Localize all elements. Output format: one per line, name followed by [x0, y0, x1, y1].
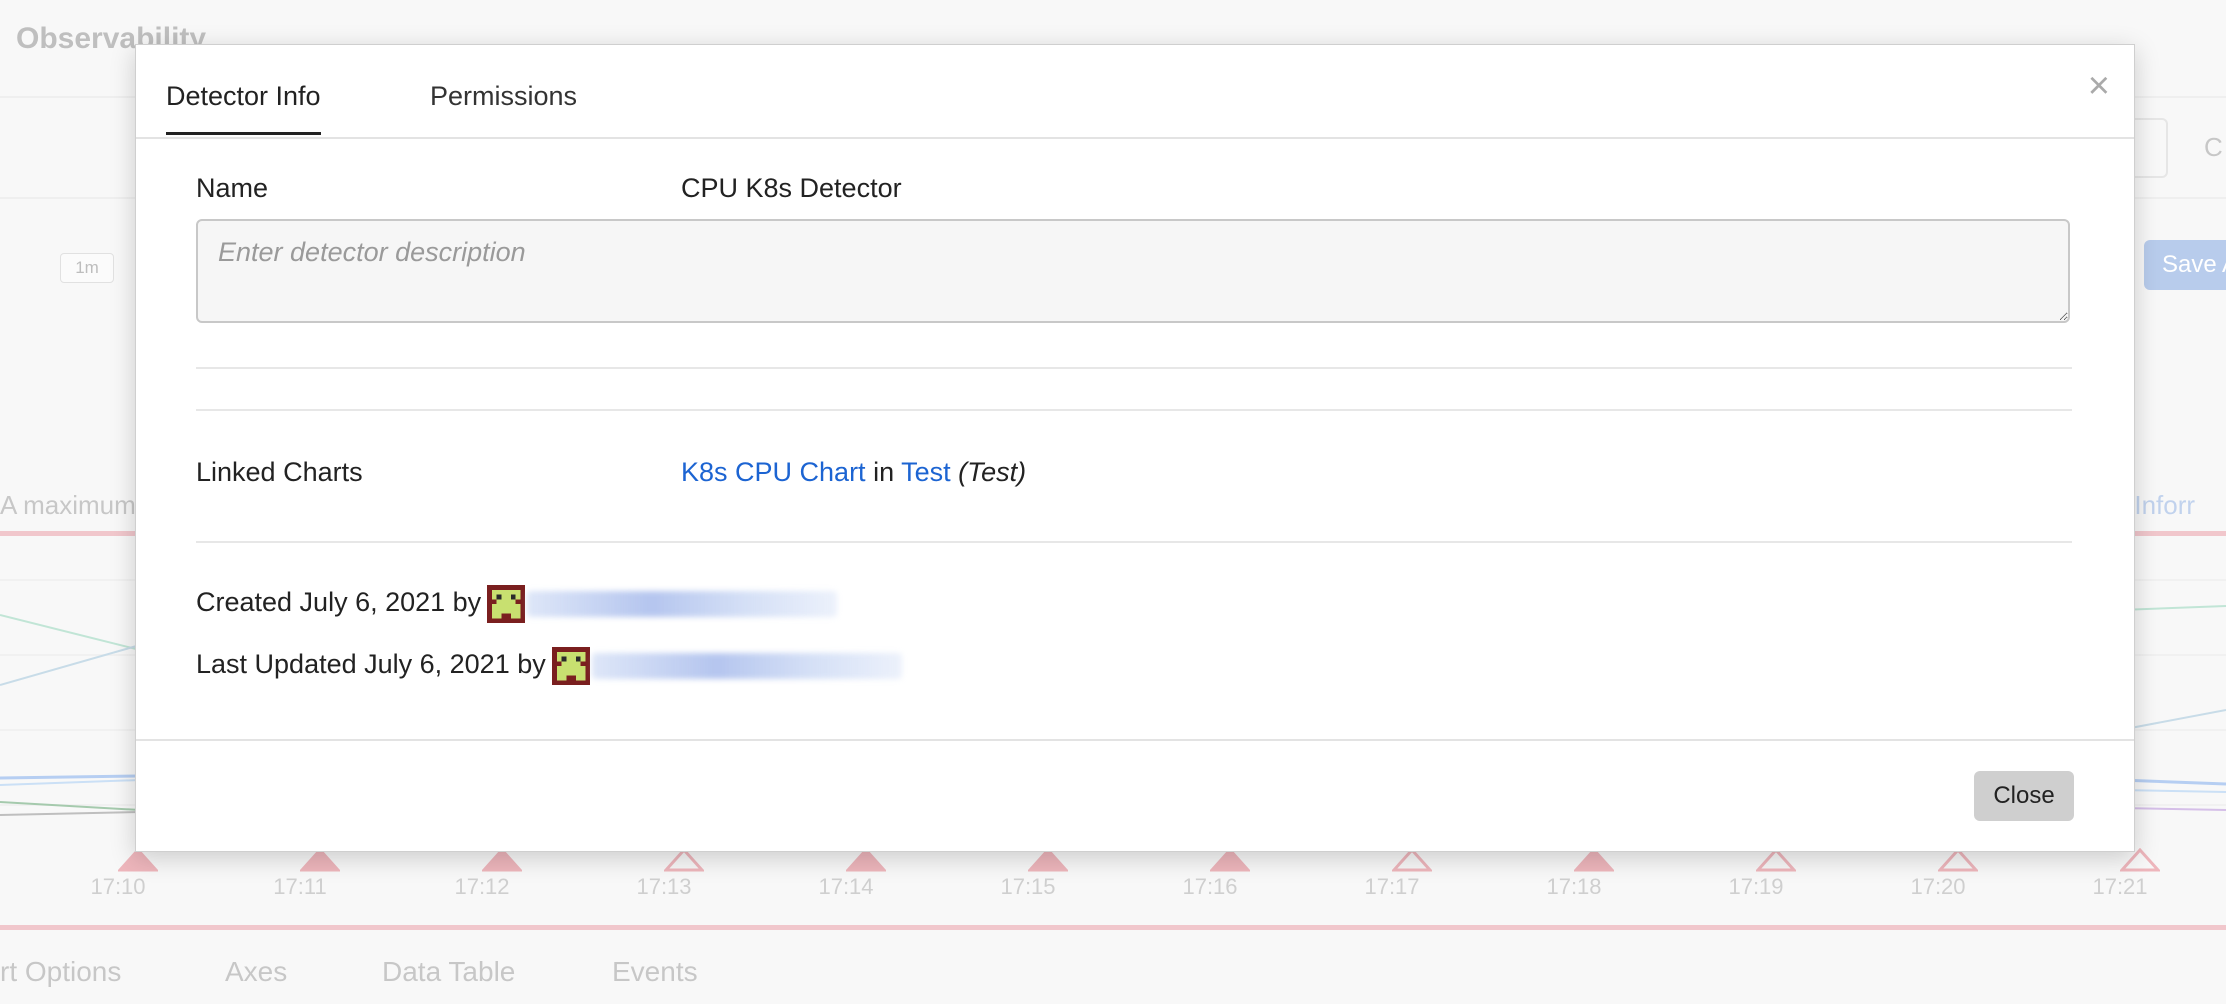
- updated-text: Last Updated July 6, 2021 by: [196, 649, 546, 680]
- creator-name-redacted[interactable]: [527, 591, 838, 617]
- detector-name: CPU K8s Detector: [681, 173, 902, 203]
- user-avatar-icon[interactable]: [551, 647, 590, 685]
- updated-info: Last Updated July 6, 2021 by: [196, 647, 902, 685]
- linked-charts-label: Linked Charts: [196, 457, 363, 487]
- created-text: Created July 6, 2021 by: [196, 587, 482, 618]
- modal-footer-divider: [136, 739, 2134, 741]
- detector-info-modal: Detector Info Permissions × Name CPU K8s…: [135, 44, 2135, 852]
- divider: [196, 541, 2072, 543]
- linked-chart-link[interactable]: K8s CPU Chart: [681, 457, 866, 487]
- dashboard-link[interactable]: Test: [901, 457, 951, 487]
- name-label: Name: [196, 173, 269, 203]
- user-avatar-icon[interactable]: [487, 585, 526, 623]
- tab-detector-info[interactable]: Detector Info: [166, 81, 321, 135]
- divider: [196, 409, 2072, 411]
- close-icon[interactable]: ×: [2088, 67, 2110, 105]
- linked-chart-entry: K8s CPU Chart in Test (Test): [681, 457, 1026, 488]
- updater-name-redacted[interactable]: [591, 653, 902, 679]
- modal-tab-bar: Detector Info Permissions: [136, 45, 2134, 139]
- divider: [196, 367, 2072, 369]
- dashboard-group: (Test): [958, 457, 1027, 487]
- in-text: in: [873, 457, 895, 487]
- close-button[interactable]: Close: [1974, 771, 2074, 821]
- description-input[interactable]: [196, 219, 2070, 323]
- tab-permissions[interactable]: Permissions: [430, 81, 577, 132]
- created-info: Created July 6, 2021 by: [196, 585, 838, 623]
